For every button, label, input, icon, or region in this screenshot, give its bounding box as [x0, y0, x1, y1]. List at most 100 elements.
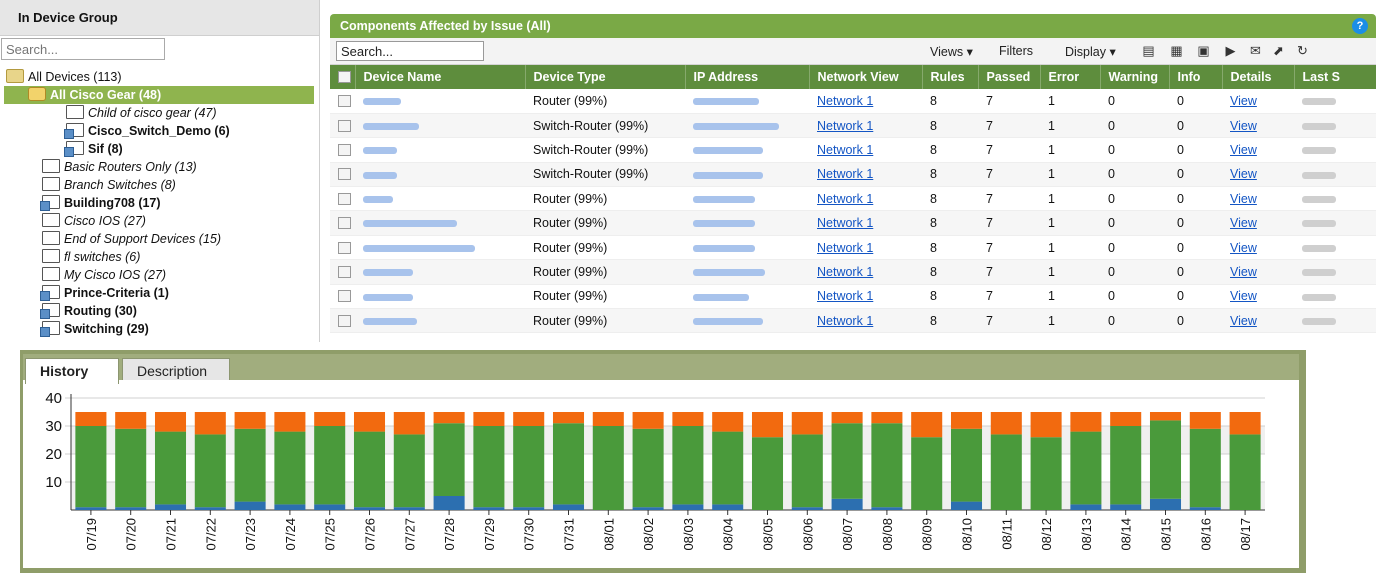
tree-item[interactable]: Cisco IOS (27): [42, 212, 146, 230]
tree-item[interactable]: Prince-Criteria (1): [40, 284, 169, 302]
redacted-ip-address[interactable]: [693, 317, 763, 325]
column-header[interactable]: Device Name: [355, 65, 526, 89]
checkbox-icon[interactable]: [338, 192, 351, 205]
column-header[interactable]: Error: [1040, 65, 1101, 89]
table-row[interactable]: Router (99%) Network 1 8 7 1 0 0 View: [330, 235, 1376, 261]
filters-button[interactable]: Filters: [999, 44, 1033, 58]
redacted-device-name[interactable]: [363, 269, 413, 277]
export-csv-icon[interactable]: ▦: [1169, 44, 1184, 58]
redacted-device-name[interactable]: [363, 98, 401, 106]
redacted-device-name[interactable]: [363, 122, 419, 130]
redacted-device-name[interactable]: [363, 171, 397, 179]
ip-address-cell[interactable]: [685, 89, 809, 114]
checkbox-icon[interactable]: [338, 168, 351, 181]
details-link[interactable]: View: [1222, 259, 1294, 285]
network-view-link[interactable]: Network 1: [809, 137, 922, 163]
device-name-cell[interactable]: [355, 210, 525, 236]
details-link[interactable]: View: [1222, 210, 1294, 236]
table-row[interactable]: Router (99%) Network 1 8 7 1 0 0 View: [330, 210, 1376, 236]
help-icon[interactable]: ?: [1352, 18, 1368, 34]
export-icon[interactable]: ▤: [1141, 44, 1156, 58]
components-search-input[interactable]: [336, 41, 484, 61]
redacted-device-name[interactable]: [363, 293, 413, 301]
device-name-cell[interactable]: [355, 89, 525, 114]
play-icon[interactable]: ▶: [1223, 44, 1238, 58]
details-link[interactable]: View: [1222, 308, 1294, 334]
network-view-link[interactable]: Network 1: [809, 113, 922, 139]
details-link[interactable]: View: [1222, 162, 1294, 188]
details-link[interactable]: View: [1222, 137, 1294, 163]
row-checkbox[interactable]: [330, 186, 355, 212]
tree-item[interactable]: Switching (29): [40, 320, 149, 338]
column-header[interactable]: Last S: [1294, 65, 1376, 89]
network-view-link[interactable]: Network 1: [809, 89, 922, 114]
tree-item[interactable]: End of Support Devices (15): [42, 230, 221, 248]
redacted-ip-address[interactable]: [693, 244, 755, 252]
device-name-cell[interactable]: [355, 113, 525, 139]
checkbox-icon[interactable]: [338, 71, 351, 83]
row-checkbox[interactable]: [330, 308, 355, 334]
tree-item[interactable]: All Cisco Gear (48): [4, 86, 314, 104]
details-link[interactable]: View: [1222, 284, 1294, 310]
ip-address-cell[interactable]: [685, 137, 809, 163]
tree-item[interactable]: Building708 (17): [40, 194, 161, 212]
table-row[interactable]: Switch-Router (99%) Network 1 8 7 1 0 0 View: [330, 162, 1376, 188]
column-header[interactable]: Rules: [922, 65, 979, 89]
email-icon[interactable]: ✉: [1248, 44, 1263, 58]
column-header[interactable]: Details: [1222, 65, 1295, 89]
group-search-input[interactable]: [1, 38, 165, 60]
redacted-device-name[interactable]: [363, 244, 475, 252]
device-name-cell[interactable]: [355, 308, 525, 334]
table-row[interactable]: Router (99%) Network 1 8 7 1 0 0 View: [330, 186, 1376, 212]
device-name-cell[interactable]: [355, 162, 525, 188]
ip-address-cell[interactable]: [685, 235, 809, 261]
popout-icon[interactable]: ⬈: [1271, 44, 1286, 58]
column-header[interactable]: Network View: [809, 65, 923, 89]
redacted-ip-address[interactable]: [693, 98, 759, 106]
device-name-cell[interactable]: [355, 284, 525, 310]
device-name-cell[interactable]: [355, 137, 525, 163]
table-row[interactable]: Router (99%) Network 1 8 7 1 0 0 View: [330, 284, 1376, 310]
ip-address-cell[interactable]: [685, 186, 809, 212]
details-link[interactable]: View: [1222, 235, 1294, 261]
ip-address-cell[interactable]: [685, 210, 809, 236]
network-view-link[interactable]: Network 1: [809, 235, 922, 261]
column-header[interactable]: Warning: [1100, 65, 1170, 89]
tab-history[interactable]: History: [25, 358, 119, 384]
device-name-cell[interactable]: [355, 235, 525, 261]
row-checkbox[interactable]: [330, 89, 355, 114]
redacted-ip-address[interactable]: [693, 293, 749, 301]
network-view-link[interactable]: Network 1: [809, 186, 922, 212]
column-header[interactable]: Device Type: [525, 65, 686, 89]
ip-address-cell[interactable]: [685, 162, 809, 188]
checkbox-icon[interactable]: [338, 217, 351, 230]
tree-item[interactable]: Child of cisco gear (47): [66, 104, 217, 122]
row-checkbox[interactable]: [330, 113, 355, 139]
ip-address-cell[interactable]: [685, 308, 809, 334]
table-row[interactable]: Router (99%) Network 1 8 7 1 0 0 View: [330, 308, 1376, 334]
display-menu[interactable]: Display ▾: [1065, 44, 1116, 59]
row-checkbox[interactable]: [330, 162, 355, 188]
tree-item[interactable]: My Cisco IOS (27): [42, 266, 166, 284]
redacted-ip-address[interactable]: [693, 122, 779, 130]
details-link[interactable]: View: [1222, 186, 1294, 212]
column-header[interactable]: Info: [1169, 65, 1223, 89]
device-name-cell[interactable]: [355, 186, 525, 212]
network-view-link[interactable]: Network 1: [809, 284, 922, 310]
row-checkbox[interactable]: [330, 259, 355, 285]
tree-item[interactable]: Branch Switches (8): [42, 176, 176, 194]
ip-address-cell[interactable]: [685, 284, 809, 310]
redacted-device-name[interactable]: [363, 147, 397, 155]
ip-address-cell[interactable]: [685, 259, 809, 285]
checkbox-icon[interactable]: [338, 241, 351, 254]
network-view-link[interactable]: Network 1: [809, 308, 922, 334]
checkbox-icon[interactable]: [338, 143, 351, 156]
refresh-icon[interactable]: ↻: [1295, 44, 1310, 58]
checkbox-icon[interactable]: [338, 119, 351, 132]
row-checkbox[interactable]: [330, 210, 355, 236]
checkbox-icon[interactable]: [338, 290, 351, 303]
details-link[interactable]: View: [1222, 89, 1294, 114]
checkbox-icon[interactable]: [338, 94, 351, 107]
checkbox-icon[interactable]: [338, 265, 351, 278]
network-view-link[interactable]: Network 1: [809, 162, 922, 188]
